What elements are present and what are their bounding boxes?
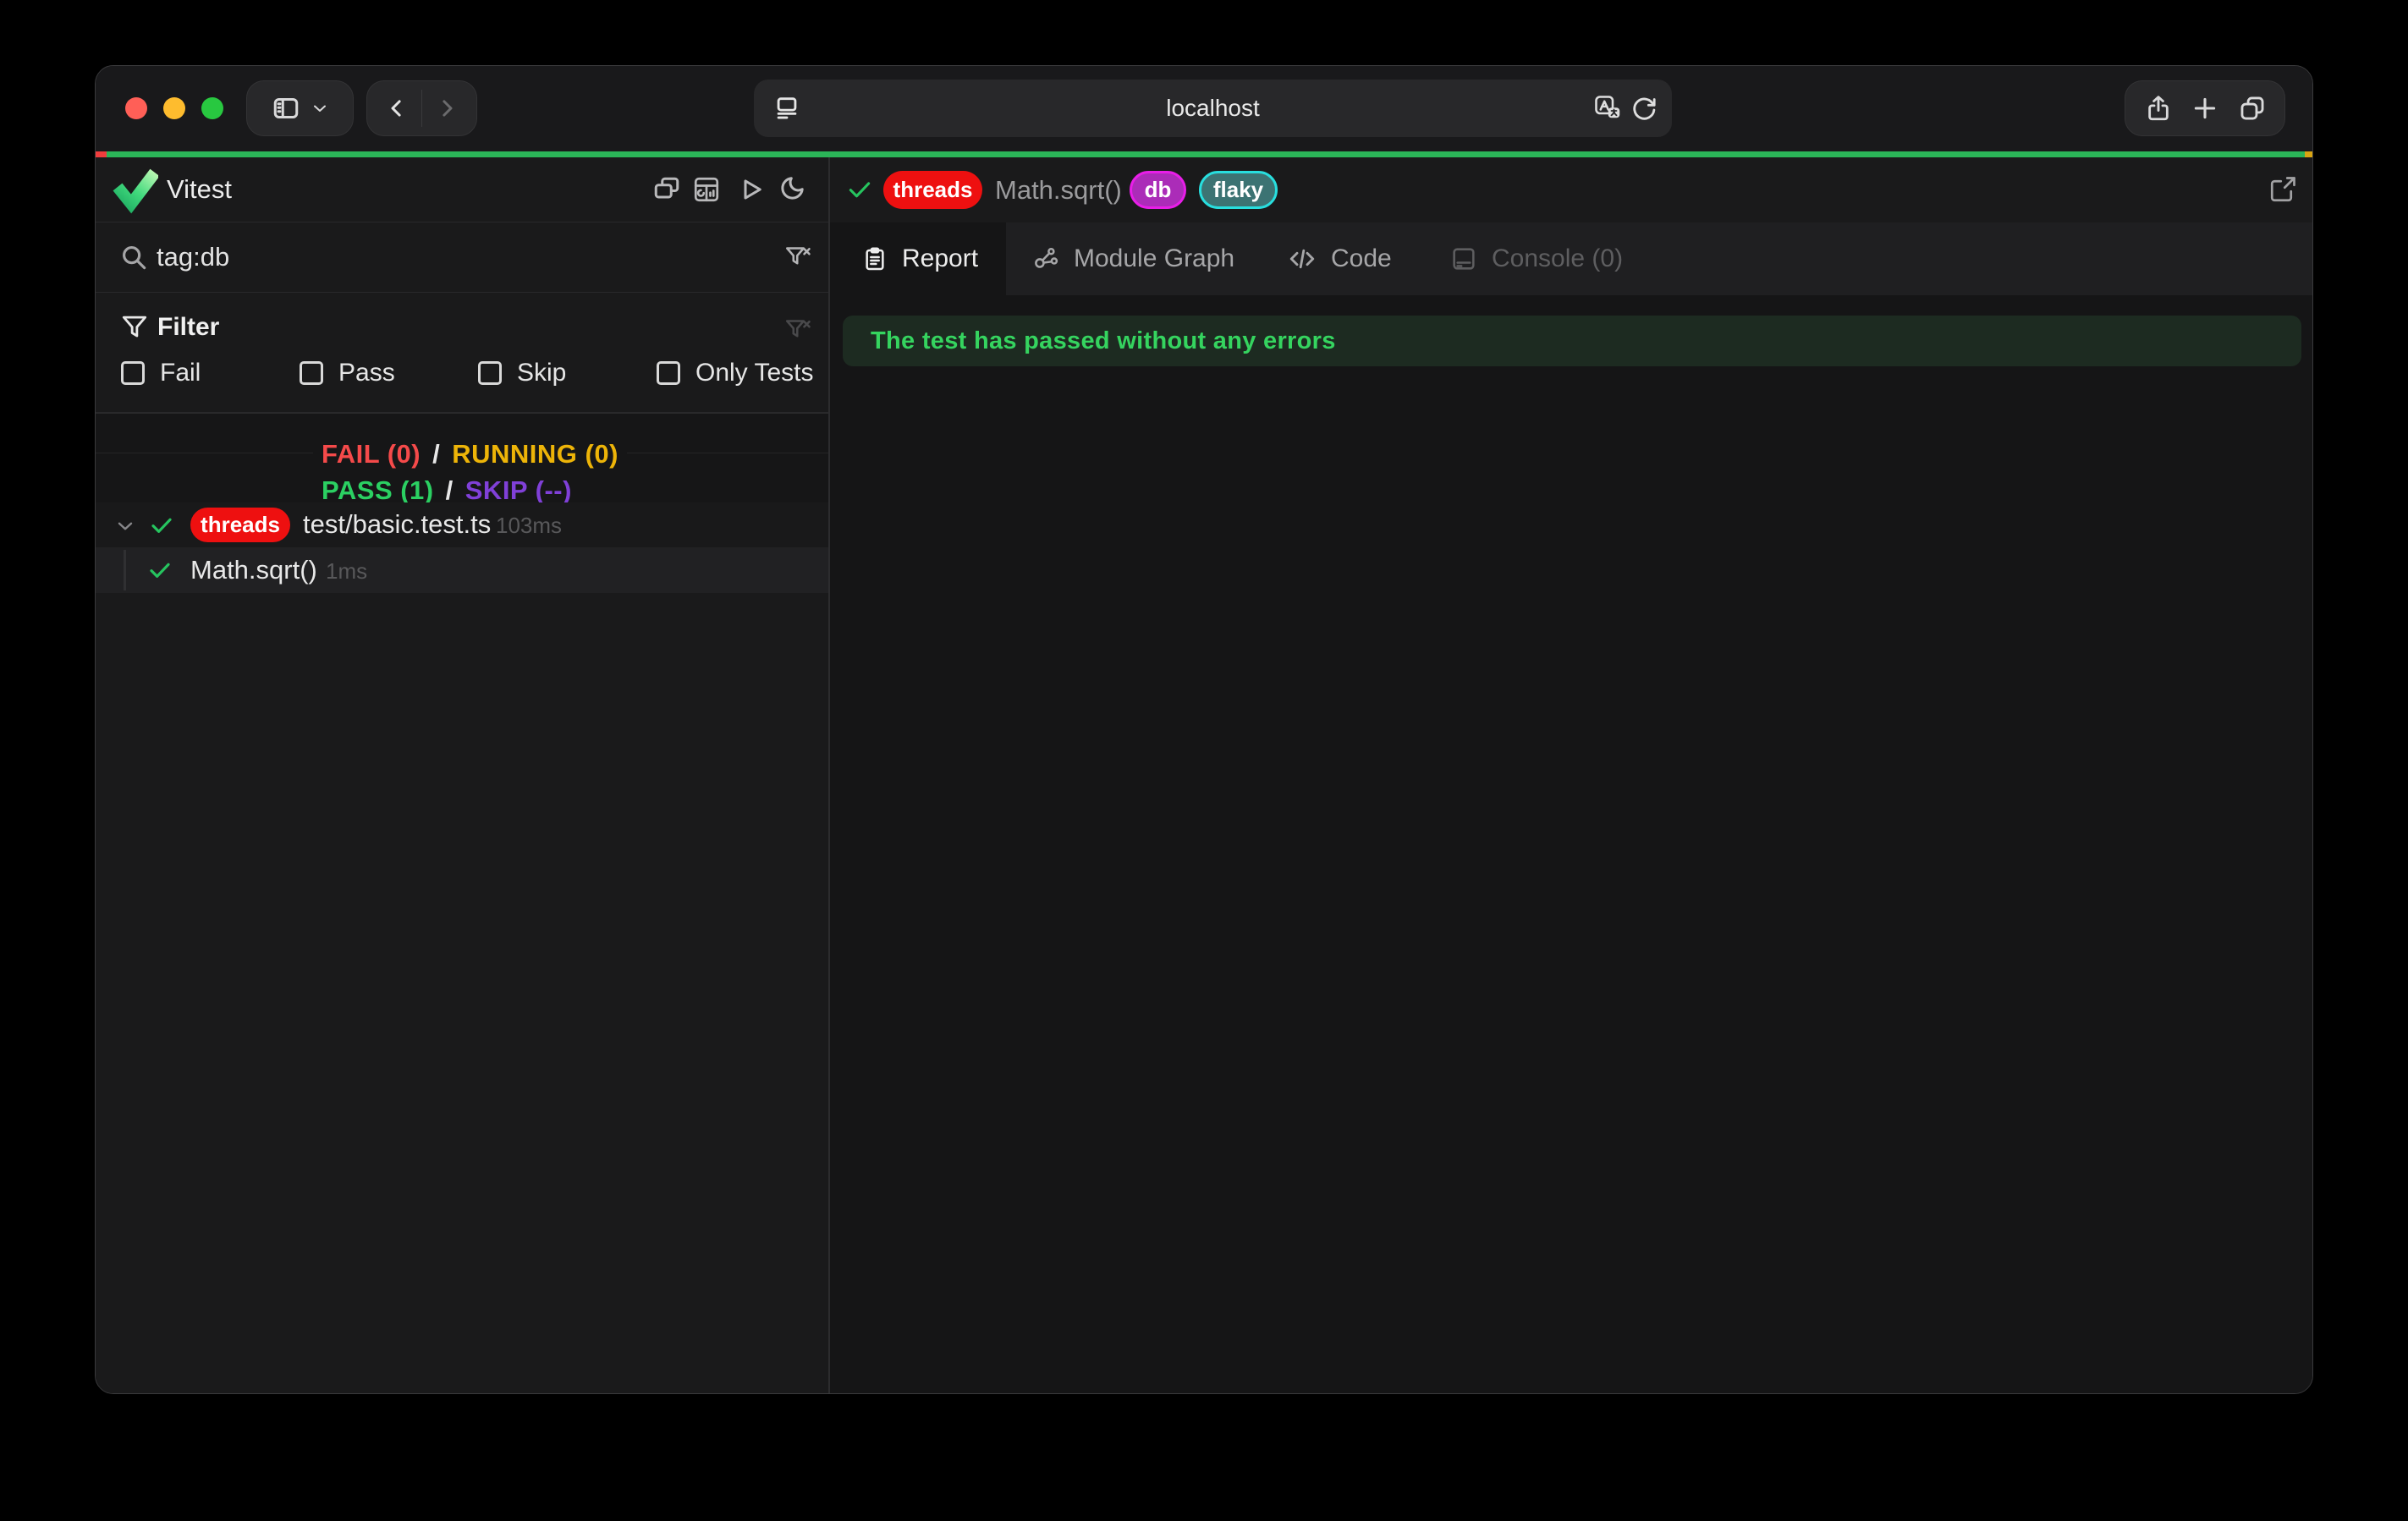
checkbox[interactable] [657, 361, 680, 385]
checkbox[interactable] [121, 361, 145, 385]
summary-line-1: FAIL (0) / RUNNING (0) [313, 439, 627, 469]
test-file-name: test/basic.test.ts [303, 509, 491, 540]
browser-toolbar: localhost [96, 66, 2312, 151]
vitest-logo [109, 165, 158, 218]
checkbox-label: Skip [517, 359, 566, 387]
progress-pending-segment [2305, 151, 2313, 157]
run-all-icon[interactable] [735, 174, 766, 205]
share-icon[interactable] [2144, 94, 2173, 123]
running-count: RUNNING (0) [452, 439, 618, 469]
pass-check-icon [148, 512, 175, 543]
url-text: localhost [754, 95, 1672, 122]
test-case-duration: 1ms [326, 558, 367, 585]
test-file-duration: 103ms [496, 513, 562, 539]
new-tab-icon[interactable] [2191, 94, 2219, 123]
tab-label: Module Graph [1074, 244, 1234, 273]
dark-mode-icon[interactable] [776, 174, 806, 205]
progress-failed-segment [96, 151, 107, 157]
page-settings-icon[interactable] [772, 94, 801, 123]
pass-check-icon [845, 175, 874, 208]
checkbox-label: Only Tests [695, 359, 814, 387]
browser-window: localhost [95, 65, 2313, 1394]
checkbox-label: Pass [338, 359, 395, 387]
filter-section: Filter Fail Pass Skip [96, 293, 828, 413]
skip-count: SKIP (--) [465, 475, 572, 506]
separator: / [446, 475, 454, 506]
tab-module-graph[interactable]: Module Graph [1031, 222, 1234, 295]
sidebar-header: Vitest [96, 157, 828, 222]
run-summary: FAIL (0) / RUNNING (0) PASS (1) / SKIP (… [96, 413, 828, 502]
test-case-name: Math.sqrt() [190, 555, 317, 585]
clear-filter-icon[interactable] [783, 315, 813, 349]
details-panel: threads Math.sqrt() db flaky [830, 157, 2313, 1393]
pool-badge: threads [190, 508, 290, 542]
filter-checkbox-pass[interactable]: Pass [300, 359, 395, 387]
test-case-row[interactable]: Math.sqrt() 1ms [96, 547, 828, 593]
sidebar: Vitest [96, 157, 828, 1393]
vitest-ui: Vitest [96, 157, 2313, 1393]
pool-badge: threads [883, 171, 982, 209]
indent-guide [124, 550, 126, 590]
filter-checkbox-only-tests[interactable]: Only Tests [657, 359, 814, 387]
chevron-down-icon[interactable] [114, 515, 136, 541]
filter-checkbox-fail[interactable]: Fail [121, 359, 201, 387]
tab-label: Report [902, 244, 978, 273]
close-window-button[interactable] [125, 97, 147, 119]
sidebar-toggle-button[interactable] [246, 80, 354, 136]
filter-checkbox-skip[interactable]: Skip [478, 359, 566, 387]
dashboard-icon[interactable] [691, 174, 722, 205]
tag-badge-flaky[interactable]: flaky [1199, 171, 1278, 209]
pass-check-icon [146, 557, 173, 588]
toolbar-actions-group [2125, 80, 2285, 136]
tab-label: Code [1331, 244, 1392, 273]
run-progress-bar [96, 151, 2313, 157]
selected-test-name: Math.sqrt() [995, 175, 1122, 206]
reload-icon[interactable] [1630, 94, 1658, 123]
address-bar[interactable]: localhost [754, 80, 1672, 137]
translate-icon[interactable] [1592, 93, 1623, 124]
open-external-icon[interactable] [2268, 174, 2298, 209]
forward-button[interactable] [422, 96, 471, 121]
pass-banner: The test has passed without any errors [843, 316, 2301, 366]
panels-icon[interactable] [651, 174, 682, 205]
search-icon [118, 241, 150, 277]
checkbox[interactable] [300, 361, 323, 385]
zoom-window-button[interactable] [201, 97, 223, 119]
sidebar-icon [271, 93, 301, 124]
tab-bar: Report Module Graph Code [830, 222, 2313, 295]
tab-console[interactable]: Console (0) [1449, 222, 1623, 295]
filter-title: Filter [157, 313, 219, 342]
summary-line-2: PASS (1) / SKIP (--) [313, 475, 580, 506]
funnel-icon [118, 311, 151, 348]
tab-code[interactable]: Code [1287, 222, 1392, 295]
app-title: Vitest [167, 174, 232, 205]
chevron-down-icon [310, 98, 330, 118]
tab-report[interactable]: Report [830, 222, 1006, 295]
details-header: threads Math.sqrt() db flaky [830, 157, 2313, 222]
tab-label: Console (0) [1492, 244, 1623, 273]
tag-badge-db[interactable]: db [1130, 171, 1186, 209]
clear-search-filter-icon[interactable] [783, 242, 813, 277]
pass-banner-text: The test has passed without any errors [871, 327, 1336, 355]
back-button[interactable] [372, 96, 421, 121]
separator: / [432, 439, 440, 469]
minimize-window-button[interactable] [163, 97, 185, 119]
checkbox[interactable] [478, 361, 502, 385]
search-input[interactable] [157, 238, 749, 277]
search-bar [96, 222, 828, 293]
fail-count: FAIL (0) [322, 439, 421, 469]
checkbox-label: Fail [160, 359, 201, 387]
tab-overview-icon[interactable] [2238, 94, 2267, 123]
pass-count: PASS (1) [322, 475, 434, 506]
history-nav-group [366, 80, 477, 136]
progress-passed-segment [107, 151, 2305, 157]
test-file-row[interactable]: threads test/basic.test.ts 103ms [96, 502, 828, 547]
